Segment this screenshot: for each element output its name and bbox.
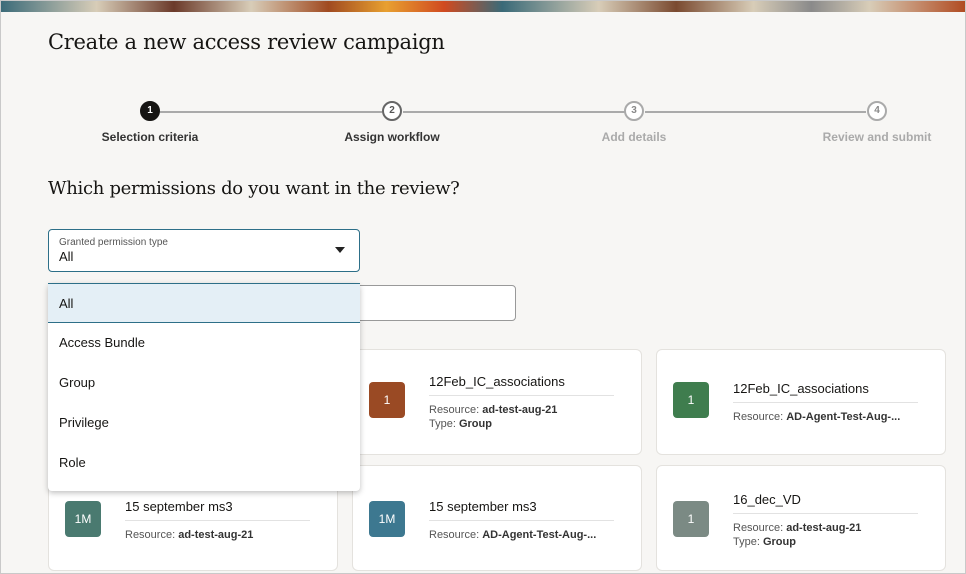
decorative-banner	[0, 0, 966, 12]
option-group[interactable]: Group	[48, 363, 360, 403]
card-resource: Resource: AD-Agent-Test-Aug-...	[429, 529, 597, 541]
card-type: Type: Group	[733, 536, 796, 548]
option-access-bundle[interactable]: Access Bundle	[48, 323, 360, 363]
card-resource: Resource: ad-test-aug-21	[125, 529, 254, 541]
permission-type-select[interactable]: Granted permission type All	[48, 229, 360, 272]
select-label: Granted permission type	[59, 237, 168, 248]
card-resource: Resource: ad-test-aug-21	[733, 522, 862, 534]
permission-card[interactable]: 1 16_dec_VD Resource: ad-test-aug-21 Typ…	[656, 465, 946, 571]
card-badge-icon: 1	[673, 501, 709, 537]
step-number: 3	[624, 101, 644, 121]
step-number: 4	[867, 101, 887, 121]
step-label: Assign workflow	[344, 130, 440, 144]
card-type: Type: Group	[429, 418, 492, 430]
card-badge-icon: 1M	[65, 501, 101, 537]
section-heading: Which permissions do you want in the rev…	[48, 178, 460, 199]
option-privilege[interactable]: Privilege	[48, 403, 360, 443]
step-number: 2	[382, 101, 402, 121]
card-badge-icon: 1	[673, 382, 709, 418]
card-title: 12Feb_IC_associations	[429, 374, 614, 396]
step-selection-criteria[interactable]: 1 Selection criteria	[70, 100, 230, 144]
card-badge-icon: 1M	[369, 501, 405, 537]
permission-card[interactable]: 1 12Feb_IC_associations Resource: ad-tes…	[352, 349, 642, 455]
card-title: 15 september ms3	[429, 499, 614, 521]
permission-card[interactable]: 1M 15 september ms3 Resource: AD-Agent-T…	[352, 465, 642, 571]
card-badge-icon: 1	[369, 382, 405, 418]
step-add-details[interactable]: 3 Add details	[554, 100, 714, 144]
option-role[interactable]: Role	[48, 443, 360, 483]
card-title: 16_dec_VD	[733, 492, 918, 514]
permission-type-dropdown: All Access Bundle Group Privilege Role	[48, 283, 360, 491]
page-title: Create a new access review campaign	[48, 30, 445, 54]
step-label: Add details	[601, 130, 667, 144]
step-review-submit[interactable]: 4 Review and submit	[797, 100, 957, 144]
step-assign-workflow[interactable]: 2 Assign workflow	[312, 100, 472, 144]
card-title: 12Feb_IC_associations	[733, 381, 918, 403]
card-resource: Resource: ad-test-aug-21	[429, 404, 558, 416]
option-all[interactable]: All	[48, 283, 360, 323]
select-value: All	[59, 249, 74, 264]
step-number: 1	[140, 101, 160, 121]
card-resource: Resource: AD-Agent-Test-Aug-...	[733, 411, 901, 423]
card-title: 15 september ms3	[125, 499, 310, 521]
step-train: 1 Selection criteria 2 Assign workflow 3 Ad…	[0, 100, 966, 150]
step-label: Review and submit	[822, 130, 932, 144]
step-label: Selection criteria	[101, 130, 199, 144]
caret-down-icon	[335, 247, 345, 253]
permission-card[interactable]: 1 12Feb_IC_associations Resource: AD-Age…	[656, 349, 946, 455]
